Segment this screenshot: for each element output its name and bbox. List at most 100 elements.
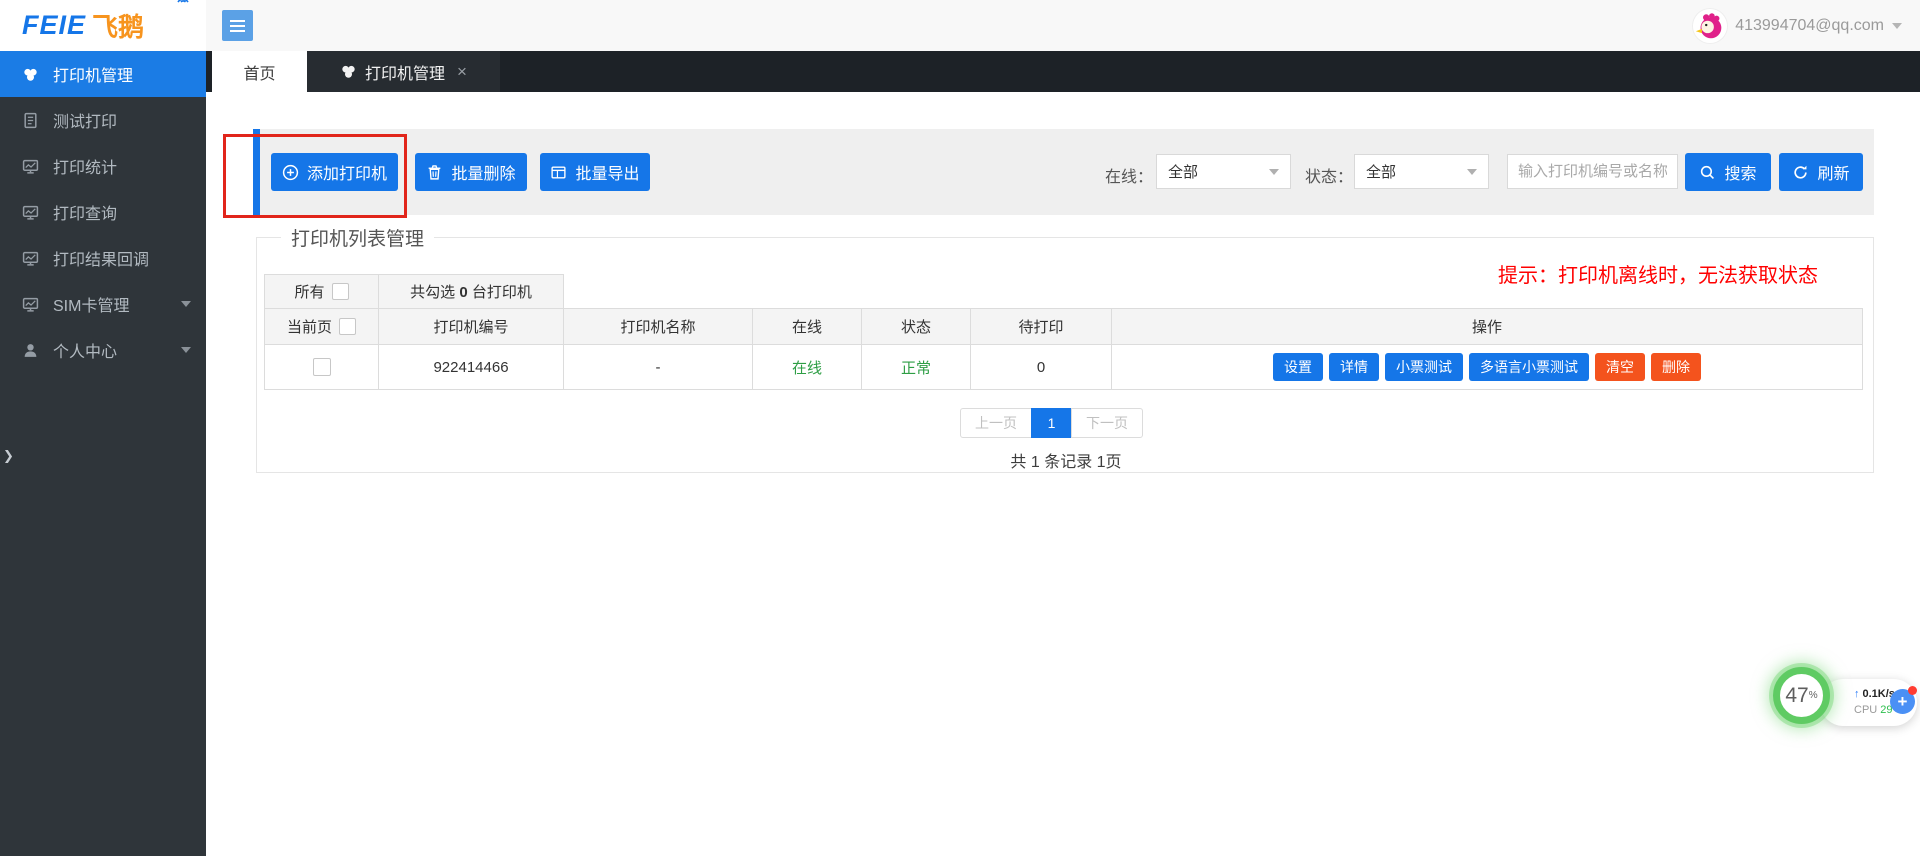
cpu-percent-unit: %	[1809, 690, 1818, 701]
sidebar-item-test-print[interactable]: 测试打印	[0, 97, 206, 143]
toolbar: 添加打印机 批量删除 批量导出 在线： 全部 状态： 全部	[253, 129, 1874, 215]
select-all-checkbox[interactable]	[332, 283, 349, 300]
tab-home[interactable]: 首页	[212, 51, 307, 92]
notification-dot	[1908, 686, 1917, 695]
batch-export-button[interactable]: 批量导出	[540, 153, 650, 191]
online-filter-select[interactable]: 全部	[1156, 154, 1291, 189]
batch-delete-button[interactable]: 批量删除	[415, 153, 527, 191]
chart-board-icon	[22, 204, 39, 221]
sidebar-item-personal-center[interactable]: 个人中心	[0, 327, 206, 373]
sidebar-item-print-stats[interactable]: 打印统计	[0, 143, 206, 189]
printer-cluster-icon	[340, 63, 357, 80]
row-status: 正常	[862, 345, 971, 390]
top-header: FEIE 飞鹅 413994704@qq.com	[0, 0, 1920, 51]
pagination-summary: 共 1 条记录 1页	[963, 448, 1169, 472]
select-page-checkbox[interactable]	[339, 318, 356, 335]
row-checkbox-cell	[265, 345, 379, 390]
row-actions-cell: 设置 详情 小票测试 多语言小票测试 清空 删除	[1112, 345, 1863, 390]
sidebar-item-label: 测试打印	[53, 108, 117, 132]
status-filter-label: 状态：	[1305, 163, 1353, 187]
logo-text-en: FEIE	[22, 10, 86, 41]
multilang-receipt-test-button[interactable]: 多语言小票测试	[1469, 353, 1589, 381]
sidebar-item-label: 打印查询	[53, 200, 117, 224]
row-online-status: 在线	[753, 345, 862, 390]
receipt-test-button[interactable]: 小票测试	[1385, 353, 1463, 381]
sidebar-item-label: 打印机管理	[53, 62, 133, 86]
printer-table: 所有 共勾选 0 台打印机 当前页 打印机编号 打印机名称 在线 状态	[264, 274, 1863, 390]
sidebar-collapse-handle[interactable]: ❯	[0, 446, 17, 466]
table-row: 922414466 - 在线 正常 0 设置 详情 小票测试 多语言小票测试 清…	[265, 345, 1863, 390]
header-label: 当前页	[287, 316, 332, 337]
selected-summary-prefix: 共勾选	[410, 284, 455, 301]
sidebar-item-print-query[interactable]: 打印查询	[0, 189, 206, 235]
table-select-all-row: 所有 共勾选 0 台打印机	[265, 275, 1863, 309]
row-pending-count: 0	[971, 345, 1112, 390]
printer-cluster-icon	[22, 66, 39, 83]
details-button[interactable]: 详情	[1329, 353, 1379, 381]
avatar	[1693, 9, 1727, 43]
cpu-percent-ring[interactable]: 47 %	[1773, 667, 1830, 724]
toolbar-accent-bar	[253, 129, 260, 215]
sidebar-item-print-callback[interactable]: 打印结果回调	[0, 235, 206, 281]
search-button[interactable]: 搜索	[1685, 153, 1771, 191]
refresh-icon	[1792, 164, 1809, 181]
search-label: 搜索	[1724, 160, 1756, 184]
header-pending: 待打印	[971, 309, 1112, 345]
chart-board-icon	[22, 296, 39, 313]
user-icon	[22, 342, 39, 359]
caret-down-icon	[181, 347, 191, 353]
cpu-percent-value: 47	[1785, 684, 1808, 708]
caret-down-icon	[181, 301, 191, 307]
row-checkbox[interactable]	[313, 358, 331, 376]
prev-page-button[interactable]: 上一页	[960, 408, 1032, 438]
chart-board-icon	[22, 250, 39, 267]
tab-home-label: 首页	[243, 60, 275, 84]
refresh-label: 刷新	[1817, 160, 1849, 184]
select-all-label: 所有	[294, 281, 324, 302]
tab-printer-label: 打印机管理	[365, 60, 445, 84]
caret-down-icon	[1467, 169, 1477, 175]
user-menu[interactable]: 413994704@qq.com	[1693, 0, 1902, 51]
row-printer-name: -	[564, 345, 753, 390]
clear-button[interactable]: 清空	[1595, 353, 1645, 381]
add-printer-button[interactable]: 添加打印机	[271, 153, 398, 191]
selected-count: 0	[459, 284, 467, 301]
cpu-label: CPU	[1854, 704, 1877, 716]
selected-summary-cell: 共勾选 0 台打印机	[379, 275, 564, 309]
search-input[interactable]	[1507, 154, 1678, 189]
select-all-cell: 所有	[265, 275, 379, 309]
upload-arrow-icon: ↑	[1854, 688, 1860, 700]
logo: FEIE 飞鹅	[0, 0, 206, 51]
pagination: 上一页 1 下一页	[960, 408, 1143, 438]
settings-button[interactable]: 设置	[1273, 353, 1323, 381]
hamburger-menu-icon[interactable]	[222, 10, 253, 41]
tab-close-icon[interactable]: ×	[457, 62, 467, 82]
chart-board-icon	[22, 158, 39, 175]
logo-wifi-icon	[176, 0, 190, 3]
tab-bar: 首页 打印机管理 ×	[206, 51, 1920, 92]
batch-export-label: 批量导出	[575, 160, 639, 184]
refresh-button[interactable]: 刷新	[1779, 153, 1863, 191]
table-header-row: 当前页 打印机编号 打印机名称 在线 状态 待打印 操作	[265, 309, 1863, 345]
user-caret-down-icon	[1892, 23, 1902, 29]
plus-circle-icon	[282, 164, 299, 181]
panel-legend: 打印机列表管理	[281, 224, 434, 251]
header-printer-number: 打印机编号	[379, 309, 564, 345]
sidebar: 打印机管理 测试打印 打印统计 打印查询	[0, 51, 206, 856]
header-online: 在线	[753, 309, 862, 345]
next-page-button[interactable]: 下一页	[1071, 408, 1143, 438]
selected-summary-suffix: 台打印机	[472, 284, 532, 301]
current-page-button[interactable]: 1	[1031, 408, 1072, 438]
trash-icon	[426, 164, 443, 181]
status-filter-select[interactable]: 全部	[1354, 154, 1489, 189]
sidebar-item-printer-management[interactable]: 打印机管理	[0, 51, 206, 97]
delete-button[interactable]: 删除	[1651, 353, 1701, 381]
user-email: 413994704@qq.com	[1735, 17, 1884, 35]
table-spacer-cell	[564, 275, 1863, 309]
online-filter-value: 全部	[1168, 161, 1198, 182]
status-filter-value: 全部	[1366, 161, 1396, 182]
tab-printer-management[interactable]: 打印机管理 ×	[307, 51, 500, 92]
sidebar-item-sim-management[interactable]: SIM卡管理	[0, 281, 206, 327]
sidebar-item-label: 打印结果回调	[53, 246, 149, 270]
file-icon	[22, 112, 39, 129]
